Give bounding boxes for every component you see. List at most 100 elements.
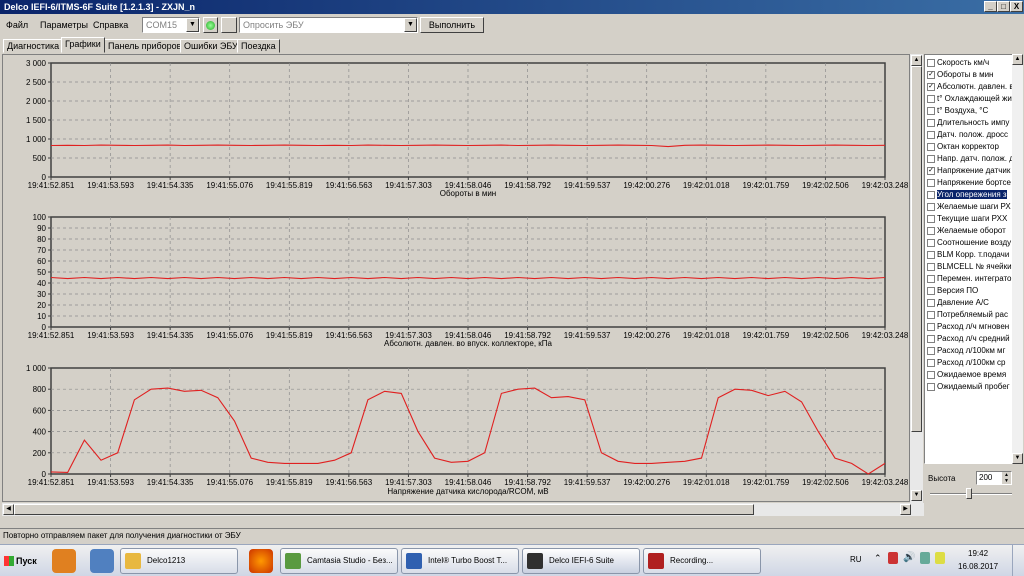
parameter-checkbox[interactable] xyxy=(927,382,935,391)
parameter-checkbox[interactable] xyxy=(927,334,935,343)
command-select[interactable]: Опросить ЭБУ ▼ xyxy=(239,17,418,33)
parameter-checkbox[interactable] xyxy=(927,142,935,151)
parameter-item[interactable]: Ожидаемый пробег xyxy=(927,381,1013,393)
scroll-up-icon[interactable]: ▲ xyxy=(911,55,922,66)
parameter-item[interactable]: ✓ Напряжение датчик xyxy=(927,165,1013,177)
parameter-item[interactable]: Угол опережения з xyxy=(927,189,1013,201)
tray-expand-icon[interactable]: ⌃ xyxy=(874,553,882,564)
scroll-down-icon[interactable]: ▼ xyxy=(911,490,922,501)
chevron-down-icon[interactable]: ▼ xyxy=(404,18,417,32)
close-button[interactable]: X xyxy=(1010,1,1023,12)
taskbar-item-recording[interactable]: Recording... xyxy=(643,548,761,574)
parameter-item[interactable]: Давление A/C xyxy=(927,297,1013,309)
firefox-icon[interactable] xyxy=(249,549,273,573)
parameter-list-scrollbar[interactable]: ▲ ▼ xyxy=(1012,54,1023,464)
start-button[interactable]: Пуск xyxy=(2,549,42,573)
parameter-item[interactable]: Датч. полож. дросс xyxy=(927,129,1013,141)
parameter-checkbox[interactable] xyxy=(927,130,935,139)
taskbar-item-delco-suite[interactable]: Delco IEFI-6 Suite xyxy=(522,548,640,574)
tab-diagnostics[interactable]: Диагностика xyxy=(3,39,64,53)
parameter-item[interactable]: t° Воздуха, °С xyxy=(927,105,1013,117)
parameter-checkbox[interactable] xyxy=(927,274,935,283)
parameter-item[interactable]: BLM Корр. т.подачи xyxy=(927,249,1013,261)
parameter-checkbox[interactable] xyxy=(927,370,935,379)
execute-button[interactable]: Выполнить xyxy=(420,17,484,33)
parameter-checkbox[interactable] xyxy=(927,214,935,223)
parameter-checkbox[interactable] xyxy=(927,178,935,187)
parameter-checkbox[interactable] xyxy=(927,346,935,355)
parameter-checkbox[interactable] xyxy=(927,238,935,247)
menu-help[interactable]: Справка xyxy=(93,20,128,30)
connect-button[interactable] xyxy=(203,17,218,33)
parameter-checkbox[interactable] xyxy=(927,94,935,103)
chevron-down-icon[interactable]: ▼ xyxy=(186,18,199,32)
parameter-checkbox[interactable] xyxy=(927,262,935,271)
scroll-down-icon[interactable]: ▼ xyxy=(1012,453,1023,464)
battery-icon[interactable] xyxy=(935,552,945,564)
parameter-checkbox[interactable]: ✓ xyxy=(927,70,935,79)
height-spinner[interactable]: 200 ▲ ▼ xyxy=(976,471,1012,485)
parameter-item[interactable]: Перемен. интеграто xyxy=(927,273,1013,285)
parameter-item[interactable]: Скорость км/ч xyxy=(927,57,1013,69)
calendar-321-icon[interactable] xyxy=(90,549,114,573)
spinner-arrows-icon[interactable]: ▲ ▼ xyxy=(1002,472,1011,484)
parameter-checkbox[interactable] xyxy=(927,190,935,199)
parameter-checkbox[interactable] xyxy=(927,202,935,211)
parameter-checkbox[interactable] xyxy=(927,358,935,367)
tab-dashboard[interactable]: Панель приборов xyxy=(104,39,186,53)
parameter-item[interactable]: Текущие шаги РХХ xyxy=(927,213,1013,225)
parameter-checkbox[interactable]: ✓ xyxy=(927,166,935,175)
taskbar-item-delco1213[interactable]: Delco1213 xyxy=(120,548,238,574)
parameter-checkbox[interactable]: ✓ xyxy=(927,82,935,91)
taskbar-item-intel-turbo[interactable]: Intel® Turbo Boost T... xyxy=(401,548,519,574)
tab-ecu-errors[interactable]: Ошибки ЭБУ xyxy=(180,39,242,53)
menu-parameters[interactable]: Параметры xyxy=(40,20,88,30)
clock-date[interactable]: 16.08.2017 xyxy=(958,562,998,571)
parameter-item[interactable]: ✓ Обороты в мин xyxy=(927,69,1013,81)
tab-graphs[interactable]: Графики xyxy=(61,37,105,53)
parameter-checkbox[interactable] xyxy=(927,58,935,67)
parameter-item[interactable]: Длительность импу xyxy=(927,117,1013,129)
scroll-thumb[interactable] xyxy=(14,504,754,515)
parameter-item[interactable]: Версия ПО xyxy=(927,285,1013,297)
parameter-item[interactable]: BLMCELL № ячейки xyxy=(927,261,1013,273)
scroll-right-icon[interactable]: ▶ xyxy=(900,504,911,515)
network-icon[interactable] xyxy=(920,552,930,564)
minimize-button[interactable]: _ xyxy=(984,1,997,12)
parameter-item[interactable]: Соотношение возду xyxy=(927,237,1013,249)
maximize-button[interactable]: □ xyxy=(997,1,1010,12)
parameter-item[interactable]: Желаемые оборот xyxy=(927,225,1013,237)
clock-time[interactable]: 19:42 xyxy=(968,549,988,558)
blank-button[interactable] xyxy=(221,17,237,33)
parameter-checkbox[interactable] xyxy=(927,298,935,307)
parameter-item[interactable]: Потребляемый рас xyxy=(927,309,1013,321)
height-slider-thumb[interactable] xyxy=(966,488,972,499)
parameter-item[interactable]: ✓ Абсолютн. давлен. в xyxy=(927,81,1013,93)
parameter-item[interactable]: Напряжение бортсе xyxy=(927,177,1013,189)
parameter-checkbox[interactable] xyxy=(927,286,935,295)
parameter-item[interactable]: Расход л/100км ср xyxy=(927,357,1013,369)
scroll-thumb[interactable] xyxy=(911,66,922,432)
parameter-item[interactable]: Напр. датч. полож. д xyxy=(927,153,1013,165)
charts-vertical-scrollbar[interactable]: ▲ ▼ xyxy=(910,54,923,503)
tray-app-icon[interactable] xyxy=(888,552,898,564)
charts-horizontal-scrollbar[interactable]: ◀ ▶ xyxy=(2,503,924,516)
scroll-up-icon[interactable]: ▲ xyxy=(1012,54,1023,65)
language-indicator[interactable]: RU xyxy=(850,555,862,564)
show-desktop-button[interactable] xyxy=(1012,545,1024,576)
parameter-checkbox[interactable] xyxy=(927,154,935,163)
parameter-checkbox[interactable] xyxy=(927,106,935,115)
volume-icon[interactable]: 🔊 xyxy=(903,552,915,563)
parameter-item[interactable]: Расход л/ч мгновен xyxy=(927,321,1013,333)
parameter-checkbox[interactable] xyxy=(927,310,935,319)
port-select[interactable]: COM15 ▼ xyxy=(142,17,200,33)
parameter-checkbox[interactable] xyxy=(927,250,935,259)
parameter-item[interactable]: Ожидаемое время xyxy=(927,369,1013,381)
parameter-item[interactable]: Расход л/100км мг xyxy=(927,345,1013,357)
taskbar-item-camtasia[interactable]: Camtasia Studio - Без... xyxy=(280,548,398,574)
menu-file[interactable]: Файл xyxy=(6,20,28,30)
parameter-item[interactable]: Расход л/ч средний xyxy=(927,333,1013,345)
parameter-checkbox[interactable] xyxy=(927,118,935,127)
media-player-icon[interactable] xyxy=(52,549,76,573)
tab-trip[interactable]: Поездка xyxy=(237,39,280,53)
